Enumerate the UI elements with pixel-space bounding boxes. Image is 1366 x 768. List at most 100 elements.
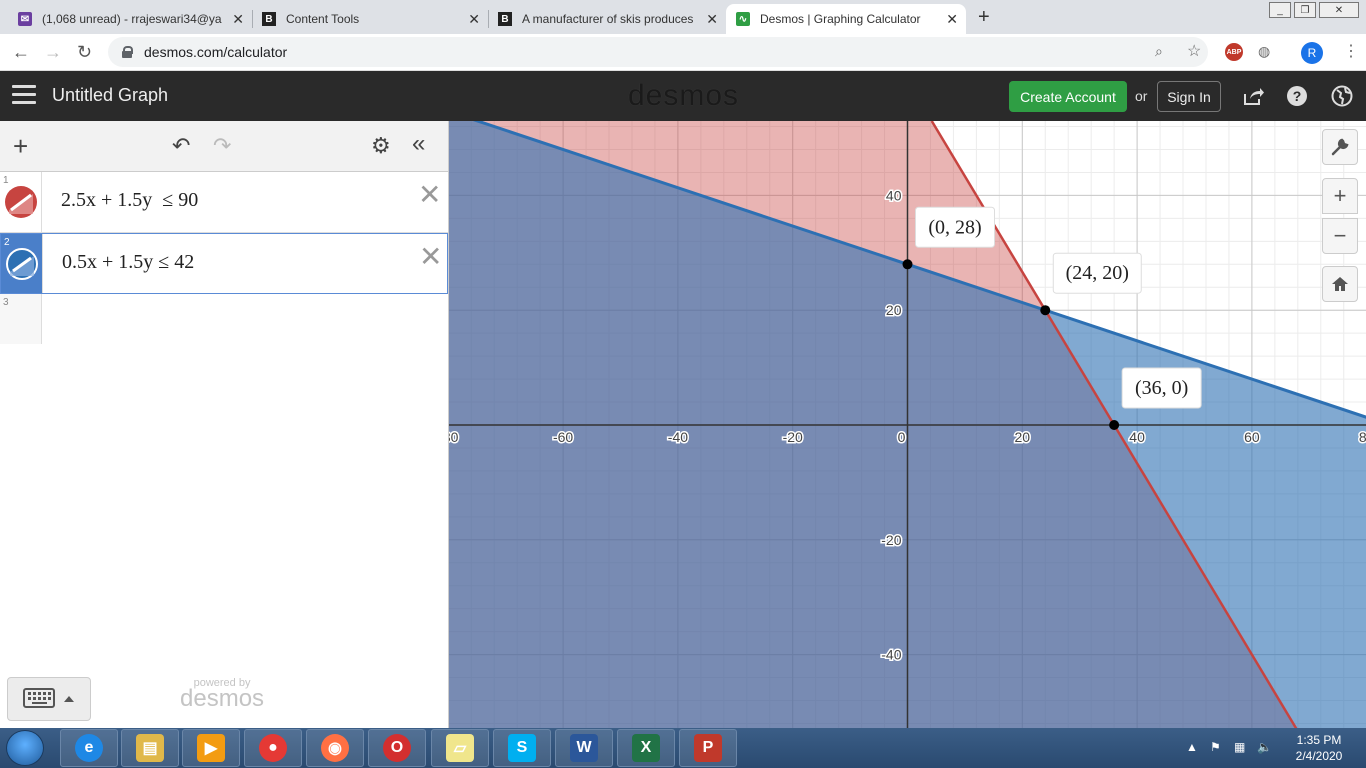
keyboard-toggle-button[interactable] bbox=[7, 677, 91, 721]
redo-icon[interactable]: ↷ bbox=[213, 133, 231, 159]
taskbar-app-button[interactable]: O bbox=[368, 729, 426, 767]
system-clock[interactable]: 1:35 PM 2/4/2020 bbox=[1284, 732, 1354, 764]
desmos-header: Untitled Graph desmos Create Account or … bbox=[0, 71, 1366, 121]
x-tick-label: -20 bbox=[783, 429, 803, 445]
x-tick-label: -60 bbox=[553, 429, 573, 445]
y-tick-label: -20 bbox=[881, 532, 901, 548]
graph-svg[interactable]: -80 -60 -40 -20 0 20 40 60 80 40 20 -20 -40 (0, 28) (2… bbox=[449, 121, 1366, 728]
volume-icon[interactable]: 🔈 bbox=[1257, 740, 1272, 754]
start-button-icon[interactable] bbox=[6, 730, 44, 766]
expression-latex[interactable]: 2.5x + 1.5y ≤ 90 bbox=[61, 189, 198, 212]
add-expression-icon[interactable]: + bbox=[13, 131, 28, 162]
extension-globe-icon[interactable]: ◍ bbox=[1258, 43, 1270, 60]
close-tab-icon[interactable]: ✕ bbox=[706, 11, 718, 28]
x-tick-label: -80 bbox=[449, 429, 459, 445]
y-tick-label: 40 bbox=[886, 187, 902, 203]
tab-content-tools[interactable]: B Content Tools ✕ bbox=[252, 4, 488, 34]
help-icon[interactable]: ? bbox=[1285, 84, 1309, 108]
back-icon[interactable]: ← bbox=[12, 42, 30, 63]
expression-latex[interactable]: 0.5x + 1.5y ≤ 42 bbox=[62, 251, 194, 274]
network-icon[interactable]: ▦ bbox=[1234, 740, 1245, 754]
expression-toolbar: + ↶ ↷ ⚙ « bbox=[0, 121, 448, 172]
zoom-in-icon[interactable]: + bbox=[1322, 178, 1358, 214]
chrome-icon: ● bbox=[259, 734, 287, 762]
point-label: (0, 28) bbox=[928, 216, 981, 238]
tab-skis[interactable]: B A manufacturer of skis produces ✕ bbox=[488, 4, 726, 34]
expression-panel: + ↶ ↷ ⚙ « 1 2.5x + 1.5y ≤ 90 ✕ 2 0.5x + … bbox=[0, 121, 449, 728]
share-icon[interactable] bbox=[1241, 84, 1265, 108]
delete-expression-icon[interactable]: ✕ bbox=[419, 240, 442, 273]
zoom-icon[interactable]: ⌕ bbox=[1155, 43, 1163, 60]
taskbar-app-button[interactable]: S bbox=[493, 729, 551, 767]
delete-expression-icon[interactable]: ✕ bbox=[418, 178, 441, 211]
point-label: (36, 0) bbox=[1135, 377, 1188, 399]
firefox-icon: ◉ bbox=[321, 734, 349, 762]
x-tick-label: 80 bbox=[1359, 429, 1366, 445]
minimize-button[interactable]: _ bbox=[1269, 2, 1291, 18]
zoom-out-icon[interactable]: − bbox=[1322, 218, 1358, 254]
clock-date: 2/4/2020 bbox=[1295, 749, 1343, 763]
taskbar-app-button[interactable]: ▱ bbox=[431, 729, 489, 767]
expression-row-2[interactable]: 2 0.5x + 1.5y ≤ 42 ✕ bbox=[0, 233, 448, 294]
hamburger-menu-icon[interactable] bbox=[12, 85, 36, 105]
close-window-button[interactable]: ✕ bbox=[1319, 2, 1359, 18]
graph-settings-wrench-icon[interactable] bbox=[1322, 129, 1358, 165]
profile-avatar[interactable]: R bbox=[1301, 42, 1323, 64]
graph-title[interactable]: Untitled Graph bbox=[52, 85, 168, 106]
windows-taskbar: e ▤ ▶ ● ◉ O ▱ S W X P ▲ ⚑ ▦ 🔈 1:35 PM 2/4/2020 bbox=[0, 728, 1366, 768]
new-tab-button[interactable]: + bbox=[978, 6, 990, 29]
taskbar-app-button[interactable]: ▤ bbox=[121, 729, 179, 767]
globe-icon[interactable] bbox=[1330, 84, 1354, 108]
point-label: (24, 20) bbox=[1066, 262, 1129, 284]
create-account-button[interactable]: Create Account bbox=[1009, 81, 1127, 112]
graph-paper[interactable]: -80 -60 -40 -20 0 20 40 60 80 40 20 -20 -40 (0, 28) (2… bbox=[449, 121, 1366, 728]
star-icon[interactable]: ☆ bbox=[1187, 41, 1201, 61]
color-swatch-icon[interactable] bbox=[6, 248, 38, 280]
y-tick-label: -40 bbox=[881, 647, 901, 663]
intersection-point bbox=[1109, 420, 1120, 430]
menu-dots-icon[interactable]: ⋮ bbox=[1343, 41, 1359, 61]
collapse-panel-icon[interactable]: « bbox=[412, 130, 425, 158]
taskbar-app-button[interactable]: ◉ bbox=[306, 729, 364, 767]
b-icon: B bbox=[262, 12, 276, 26]
reload-icon[interactable]: ↻ bbox=[77, 42, 92, 63]
forward-icon[interactable]: → bbox=[44, 42, 62, 63]
tab-mail[interactable]: ✉ (1,068 unread) - rrajeswari34@ya ✕ bbox=[8, 4, 252, 34]
tray-up-arrow-icon[interactable]: ▲ bbox=[1186, 740, 1198, 754]
adblock-icon[interactable]: ABP bbox=[1225, 43, 1243, 61]
taskbar-app-button[interactable]: P bbox=[679, 729, 737, 767]
tab-desmos[interactable]: ∿ Desmos | Graphing Calculator ✕ bbox=[726, 4, 966, 34]
taskbar-app-button[interactable]: X bbox=[617, 729, 675, 767]
clock-time: 1:35 PM bbox=[1296, 733, 1342, 747]
color-swatch-icon[interactable] bbox=[5, 186, 37, 218]
expression-row-1[interactable]: 1 2.5x + 1.5y ≤ 90 ✕ bbox=[0, 172, 448, 233]
b-icon: B bbox=[498, 12, 512, 26]
close-tab-icon[interactable]: ✕ bbox=[946, 11, 958, 28]
taskbar-app-button[interactable]: e bbox=[60, 729, 118, 767]
y-tick-label: 20 bbox=[886, 302, 902, 318]
address-bar-row: ← → ↻ desmos.com/calculator ⌕ ☆ ABP ◍ R … bbox=[0, 34, 1366, 71]
expression-row-3[interactable]: 3 bbox=[0, 294, 448, 344]
taskbar-app-button[interactable]: W bbox=[555, 729, 613, 767]
taskbar-app-button[interactable]: ● bbox=[244, 729, 302, 767]
sign-in-button[interactable]: Sign In bbox=[1157, 81, 1221, 112]
powered-by-desmos: powered by desmos bbox=[180, 677, 264, 713]
lock-icon bbox=[122, 46, 133, 58]
url-field[interactable]: desmos.com/calculator bbox=[108, 37, 1208, 67]
expression-gutter: 3 bbox=[0, 294, 42, 344]
intersection-point bbox=[1040, 305, 1051, 316]
or-label: or bbox=[1135, 88, 1148, 104]
p-icon: P bbox=[694, 734, 722, 762]
x-tick-label: 0 bbox=[898, 429, 906, 445]
flag-icon[interactable]: ⚑ bbox=[1210, 740, 1221, 754]
taskbar-app-button[interactable]: ▶ bbox=[182, 729, 240, 767]
explorer-icon: ▤ bbox=[136, 734, 164, 762]
undo-icon[interactable]: ↶ bbox=[172, 133, 190, 159]
x-tick-label: -40 bbox=[668, 429, 688, 445]
maximize-button[interactable]: ❐ bbox=[1294, 2, 1316, 18]
home-icon[interactable] bbox=[1322, 266, 1358, 302]
close-tab-icon[interactable]: ✕ bbox=[468, 11, 480, 28]
opera-icon: O bbox=[383, 734, 411, 762]
settings-gear-icon[interactable]: ⚙ bbox=[371, 133, 391, 159]
close-tab-icon[interactable]: ✕ bbox=[232, 11, 244, 28]
